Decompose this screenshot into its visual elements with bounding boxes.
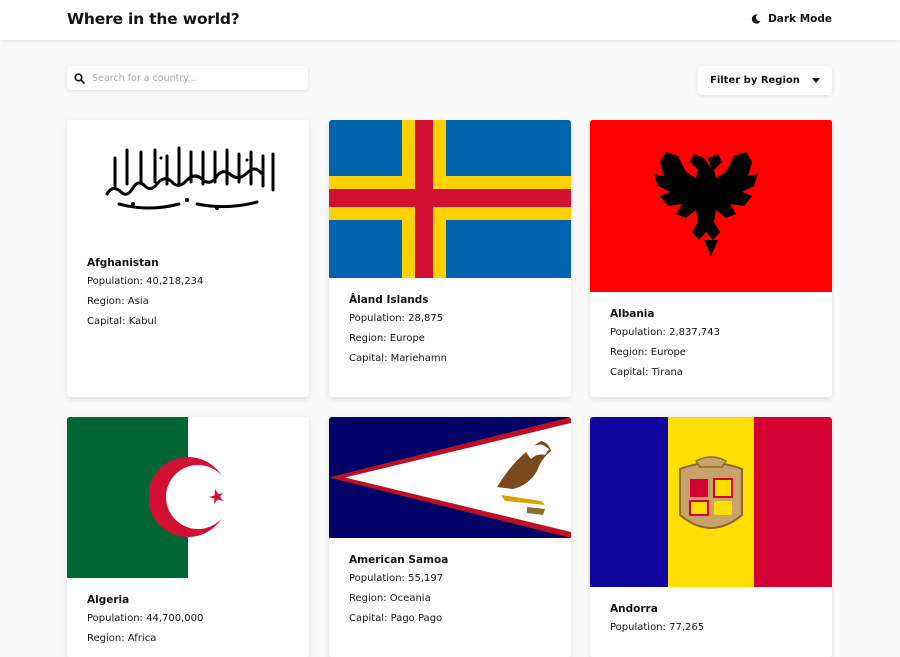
chevron-down-icon xyxy=(812,78,820,83)
capital-row: Capital: Pago Pago xyxy=(349,613,443,624)
flag-albania xyxy=(590,120,832,292)
top-bar: Where in the world? Dark Mode xyxy=(0,0,900,40)
population-row: Population: 77,265 xyxy=(610,622,705,633)
region-row: Region: Europe xyxy=(349,333,425,344)
country-name: Afghanistan xyxy=(87,257,159,269)
country-name: Albania xyxy=(610,308,655,320)
search-icon xyxy=(74,72,85,84)
population-row: Population: 44,700,000 xyxy=(87,613,204,624)
dark-mode-toggle[interactable]: Dark Mode xyxy=(751,13,832,25)
page-title: Where in the world? xyxy=(67,10,240,28)
country-name: Andorra xyxy=(610,603,658,615)
country-card-afghanistan[interactable]: Afghanistan Population: 40,218,234 Regio… xyxy=(67,120,309,397)
capital-row: Capital: Mariehamn xyxy=(349,353,447,364)
country-name: American Samoa xyxy=(349,554,449,566)
region-filter-label: Filter by Region xyxy=(710,75,800,86)
country-name: Åland Islands xyxy=(349,294,429,306)
region-filter-dropdown[interactable]: Filter by Region xyxy=(698,66,832,95)
country-card-albania[interactable]: Albania Population: 2,837,743 Region: Eu… xyxy=(590,120,832,397)
flag-algeria xyxy=(67,417,309,578)
country-card-aland-islands[interactable]: Åland Islands Population: 28,875 Region:… xyxy=(329,120,571,397)
country-card-american-samoa[interactable]: American Samoa Population: 55,197 Region… xyxy=(329,417,571,657)
search-input[interactable] xyxy=(92,72,292,84)
population-row: Population: 55,197 xyxy=(349,573,444,584)
dark-mode-label: Dark Mode xyxy=(768,13,832,25)
moon-icon xyxy=(751,14,761,24)
population-row: Population: 2,837,743 xyxy=(610,327,721,338)
region-row: Region: Europe xyxy=(610,347,686,358)
country-card-andorra[interactable]: Andorra Population: 77,265 xyxy=(590,417,832,657)
population-row: Population: 40,218,234 xyxy=(87,276,204,287)
capital-row: Capital: Kabul xyxy=(87,316,157,327)
region-row: Region: Africa xyxy=(87,633,157,644)
country-name: Algeria xyxy=(87,594,130,606)
region-row: Region: Asia xyxy=(87,296,149,307)
flag-american-samoa xyxy=(329,417,571,538)
search-box[interactable] xyxy=(67,66,308,90)
population-row: Population: 28,875 xyxy=(349,313,444,324)
capital-row: Capital: Tirana xyxy=(610,367,683,378)
flag-afghanistan xyxy=(67,120,309,241)
country-card-algeria[interactable]: Algeria Population: 44,700,000 Region: A… xyxy=(67,417,309,657)
flag-aland-islands xyxy=(329,120,571,278)
flag-andorra xyxy=(590,417,832,587)
region-row: Region: Oceania xyxy=(349,593,431,604)
